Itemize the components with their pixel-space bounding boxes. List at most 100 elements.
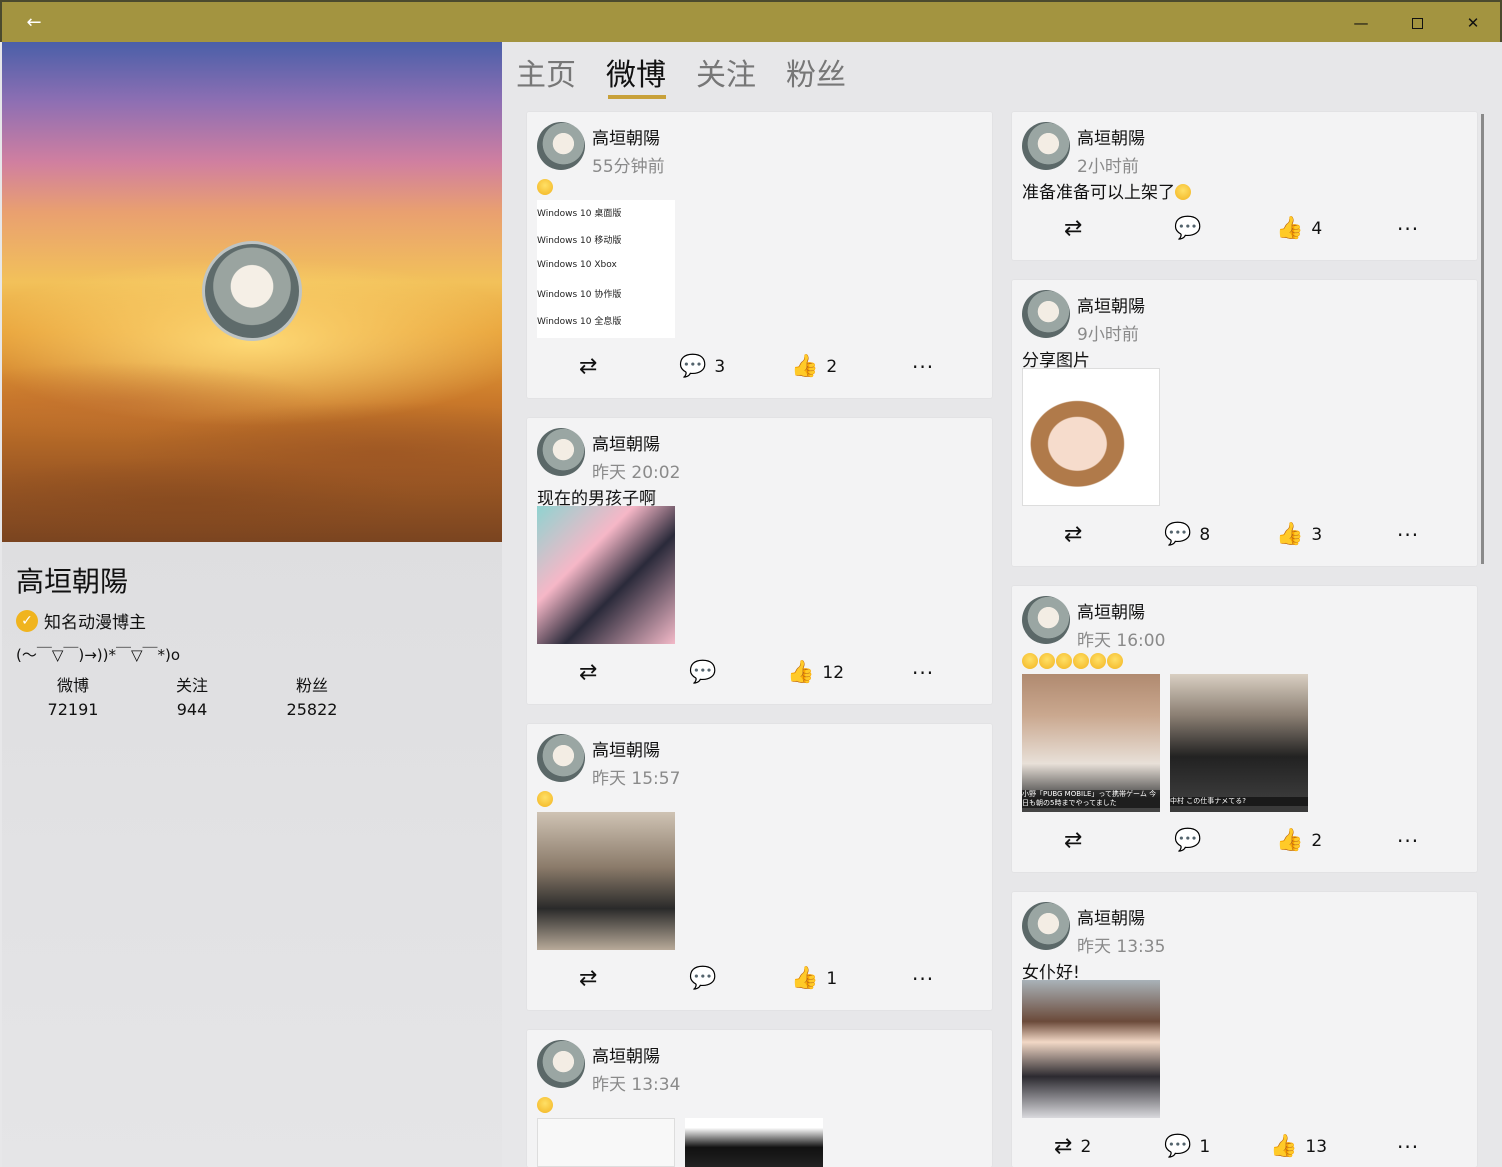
post-card[interactable]: 高垣朝陽 昨天 16:00 小野「PUBG MOBILE」って携帯ゲーム 今日も… <box>1012 586 1477 872</box>
post-image[interactable]: 中村 この仕事ナメてる? <box>1170 674 1308 812</box>
repost-icon: ⇄ <box>1064 828 1083 853</box>
like-count: 4 <box>1311 219 1323 239</box>
like-button[interactable]: 👍 2 <box>791 352 837 382</box>
like-button[interactable]: 👍 1 <box>791 964 837 994</box>
tab-following[interactable]: 关注 <box>696 50 756 94</box>
profile-avatar[interactable] <box>202 241 302 341</box>
close-button[interactable]: ✕ <box>1450 6 1496 40</box>
like-icon: 👍 <box>1276 522 1304 547</box>
post-card[interactable]: 高垣朝陽 昨天 20:02 现在的男孩子啊 ⇄ 💬 👍 12 ··· <box>527 418 992 704</box>
like-count: 3 <box>1311 525 1323 545</box>
author-avatar[interactable] <box>1022 122 1070 170</box>
comment-button[interactable]: 💬 <box>1174 214 1209 244</box>
post-card[interactable]: 高垣朝陽 2小时前 准备准备可以上架了 ⇄ 💬 👍 4 ··· <box>1012 112 1477 260</box>
post-image[interactable] <box>685 1118 823 1167</box>
author-name[interactable]: 高垣朝陽 <box>1077 598 1145 623</box>
maximize-button[interactable] <box>1394 6 1440 40</box>
more-button[interactable]: ··· <box>912 964 934 994</box>
more-button[interactable]: ··· <box>912 658 934 688</box>
like-button[interactable]: 👍 12 <box>787 658 844 688</box>
author-avatar[interactable] <box>1022 596 1070 644</box>
comment-button[interactable]: 💬 1 <box>1164 1132 1210 1162</box>
like-count: 12 <box>822 663 845 683</box>
post-time: 昨天 15:57 <box>592 769 681 789</box>
stat-fans[interactable]: 粉丝 25822 <box>272 674 352 722</box>
author-avatar[interactable] <box>537 428 585 476</box>
stat-label: 关注 <box>175 676 208 695</box>
repost-button[interactable]: ⇄ <box>1064 214 1090 244</box>
stat-following[interactable]: 关注 944 <box>152 674 232 722</box>
comment-button[interactable]: 💬 <box>1174 826 1209 856</box>
scrollbar[interactable] <box>1481 114 1484 564</box>
comment-icon: 💬 <box>679 354 707 379</box>
post-image[interactable] <box>537 1118 675 1167</box>
comment-icon: 💬 <box>1174 216 1202 241</box>
stat-weibo[interactable]: 微博 72191 <box>33 674 113 722</box>
post-time: 昨天 13:35 <box>1077 937 1166 957</box>
post-text-content: 准备准备可以上架了 <box>1022 183 1175 203</box>
post-image[interactable] <box>1022 368 1160 506</box>
post-image[interactable]: 小野「PUBG MOBILE」って携帯ゲーム 今日も朝の5時までやってました <box>1022 674 1160 812</box>
author-avatar[interactable] <box>537 1040 585 1088</box>
post-card[interactable]: 高垣朝陽 昨天 13:34 <box>527 1030 992 1167</box>
stat-label: 微博 <box>56 676 89 695</box>
post-card[interactable]: 高垣朝陽 55分钟前 Windows 10 桌面版 Windows 10 移动版… <box>527 112 992 398</box>
comment-icon: 💬 <box>689 660 717 685</box>
smile-emoji-icon <box>537 179 553 195</box>
comment-button[interactable]: 💬 8 <box>1164 520 1210 550</box>
like-button[interactable]: 👍 13 <box>1270 1132 1327 1162</box>
author-avatar[interactable] <box>537 734 585 782</box>
post-image[interactable]: Windows 10 桌面版 Windows 10 移动版 Windows 10… <box>537 200 675 338</box>
image-text-line: Windows 10 全息版 <box>537 317 622 327</box>
more-button[interactable]: ··· <box>1397 214 1419 244</box>
tab-home[interactable]: 主页 <box>516 50 576 94</box>
comment-button[interactable]: 💬 <box>689 964 724 994</box>
post-time: 昨天 13:34 <box>592 1075 681 1095</box>
author-avatar[interactable] <box>1022 902 1070 950</box>
author-name[interactable]: 高垣朝陽 <box>1077 904 1145 929</box>
like-button[interactable]: 👍 3 <box>1276 520 1322 550</box>
repost-button[interactable]: ⇄ <box>579 352 605 382</box>
post-card[interactable]: 高垣朝陽 昨天 15:57 ⇄ 💬 👍 1 ··· <box>527 724 992 1010</box>
post-time: 2小时前 <box>1077 157 1139 177</box>
like-icon: 👍 <box>791 966 819 991</box>
tab-weibo[interactable]: 微博 <box>606 50 666 94</box>
author-avatar[interactable] <box>1022 290 1070 338</box>
author-name[interactable]: 高垣朝陽 <box>592 736 660 761</box>
post-text <box>1022 652 1124 672</box>
author-name[interactable]: 高垣朝陽 <box>592 1042 660 1067</box>
comment-button[interactable]: 💬 3 <box>679 352 725 382</box>
author-name[interactable]: 高垣朝陽 <box>592 430 660 455</box>
post-image[interactable] <box>1022 980 1160 1118</box>
like-button[interactable]: 👍 2 <box>1276 826 1322 856</box>
author-name[interactable]: 高垣朝陽 <box>592 124 660 149</box>
like-icon: 👍 <box>1270 1134 1298 1159</box>
post-card[interactable]: 高垣朝陽 昨天 13:35 女仆好! ⇄ 2 💬 1 👍 13 ··· <box>1012 892 1477 1167</box>
back-arrow-icon[interactable]: ← <box>22 11 46 35</box>
repost-button[interactable]: ⇄ 2 <box>1054 1132 1091 1162</box>
tab-fans[interactable]: 粉丝 <box>786 50 846 94</box>
repost-button[interactable]: ⇄ <box>1064 826 1090 856</box>
like-button[interactable]: 👍 4 <box>1276 214 1322 244</box>
more-button[interactable]: ··· <box>1397 826 1419 856</box>
repost-button[interactable]: ⇄ <box>579 964 605 994</box>
comment-button[interactable]: 💬 <box>689 658 724 688</box>
more-button[interactable]: ··· <box>1397 1132 1419 1162</box>
post-text <box>537 790 554 810</box>
cover-haze <box>2 342 502 542</box>
author-avatar[interactable] <box>537 122 585 170</box>
like-count: 2 <box>1311 831 1323 851</box>
more-button[interactable]: ··· <box>912 352 934 382</box>
repost-button[interactable]: ⇄ <box>579 658 605 688</box>
post-actions: ⇄ 💬 👍 1 ··· <box>527 964 992 994</box>
minimize-button[interactable]: — <box>1338 6 1384 40</box>
repost-icon: ⇄ <box>1054 1134 1073 1159</box>
more-button[interactable]: ··· <box>1397 520 1419 550</box>
author-name[interactable]: 高垣朝陽 <box>1077 292 1145 317</box>
post-card[interactable]: 高垣朝陽 9小时前 分享图片 ⇄ 💬 8 👍 3 ··· <box>1012 280 1477 566</box>
smile-emoji-icon <box>1175 184 1191 200</box>
post-image[interactable] <box>537 812 675 950</box>
post-image[interactable] <box>537 506 675 644</box>
author-name[interactable]: 高垣朝陽 <box>1077 124 1145 149</box>
repost-button[interactable]: ⇄ <box>1064 520 1090 550</box>
